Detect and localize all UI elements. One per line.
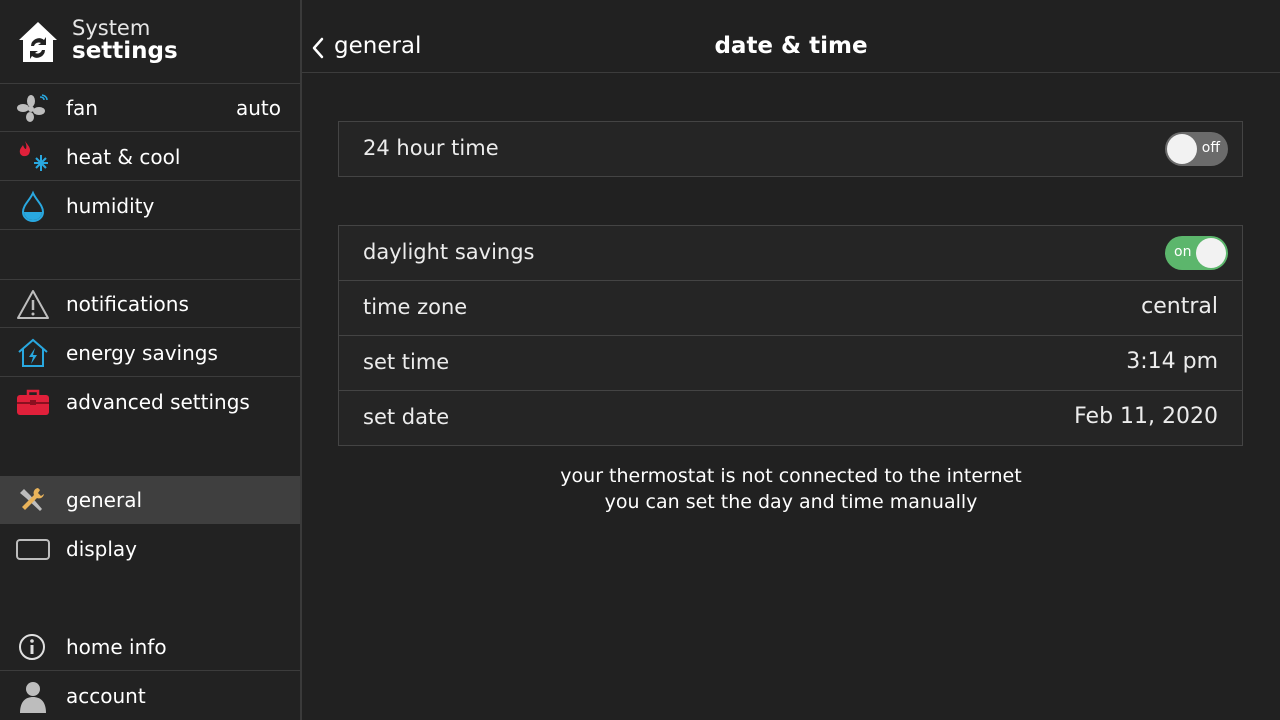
sidebar: System settings fan auto heat & cool hum… <box>0 0 302 720</box>
sidebar-item-label: humidity <box>66 194 155 218</box>
fan-icon <box>17 94 48 122</box>
toggle-state-label: off <box>1201 140 1220 156</box>
toggle-knob <box>1167 134 1197 164</box>
toggle-daylight-savings[interactable]: on <box>1165 236 1228 270</box>
sidebar-item-humidity[interactable]: humidity <box>0 182 300 230</box>
sidebar-item-label: fan <box>66 96 98 120</box>
sidebar-item-display[interactable]: display <box>0 525 300 573</box>
sidebar-item-advanced-settings[interactable]: advanced settings <box>0 378 300 426</box>
sidebar-item-label: notifications <box>66 292 189 316</box>
hour-format-card: 24 hour time off <box>338 121 1243 177</box>
sidebar-item-notifications[interactable]: notifications <box>0 280 300 328</box>
heat-cool-icon <box>19 141 48 171</box>
sidebar-title-line1: System <box>72 16 151 40</box>
sidebar-title-line2: settings <box>72 38 178 64</box>
setting-row-set-time[interactable]: set time 3:14 pm <box>339 336 1242 391</box>
top-bar: general date & time <box>302 0 1280 73</box>
setting-row-24-hour: 24 hour time off <box>339 122 1242 176</box>
toggle-24-hour[interactable]: off <box>1165 132 1228 166</box>
date-time-card: daylight savings on time zone central se… <box>338 225 1243 446</box>
sidebar-item-label: energy savings <box>66 341 218 365</box>
setting-row-daylight-savings: daylight savings on <box>339 226 1242 281</box>
setting-label: 24 hour time <box>363 136 499 160</box>
sidebar-item-account[interactable]: account <box>0 672 300 720</box>
sidebar-item-energy-savings[interactable]: energy savings <box>0 329 300 377</box>
toggle-knob <box>1196 238 1226 268</box>
warning-icon <box>17 290 49 319</box>
page-title: date & time <box>714 33 868 59</box>
sidebar-item-heat-cool[interactable]: heat & cool <box>0 133 300 181</box>
sidebar-item-label: general <box>66 488 143 512</box>
date-value: Feb 11, 2020 <box>1074 404 1218 429</box>
sidebar-item-general[interactable]: general <box>0 476 300 524</box>
setting-label: time zone <box>363 295 468 319</box>
water-drop-icon <box>21 190 45 222</box>
time-zone-value: central <box>1141 294 1218 319</box>
person-icon <box>20 682 46 713</box>
sidebar-item-label: heat & cool <box>66 145 181 169</box>
setting-label: daylight savings <box>363 240 535 264</box>
toggle-state-label: on <box>1174 244 1192 260</box>
connection-note-line2: you can set the day and time manually <box>604 491 978 513</box>
fan-mode-value: auto <box>235 96 281 120</box>
sidebar-item-label: display <box>66 537 138 561</box>
setting-label: set time <box>363 350 450 374</box>
sidebar-header: System settings <box>0 0 300 84</box>
setting-row-time-zone[interactable]: time zone central <box>339 281 1242 336</box>
house-logo-icon <box>19 22 57 62</box>
sidebar-item-home-info[interactable]: home info <box>0 623 300 671</box>
sidebar-item-label: account <box>66 684 146 708</box>
setting-row-set-date[interactable]: set date Feb 11, 2020 <box>339 391 1242 445</box>
time-value: 3:14 pm <box>1126 349 1218 374</box>
energy-house-icon <box>18 338 48 367</box>
display-icon <box>16 539 50 560</box>
connection-note-line1: your thermostat is not connected to the … <box>560 465 1022 487</box>
toolbox-icon <box>17 389 49 415</box>
sidebar-item-fan[interactable]: fan auto <box>0 84 300 132</box>
info-icon <box>19 634 45 660</box>
sidebar-item-label: advanced settings <box>66 390 250 414</box>
tools-icon <box>20 488 44 511</box>
setting-label: set date <box>363 405 450 429</box>
sidebar-item-label: home info <box>66 635 167 659</box>
